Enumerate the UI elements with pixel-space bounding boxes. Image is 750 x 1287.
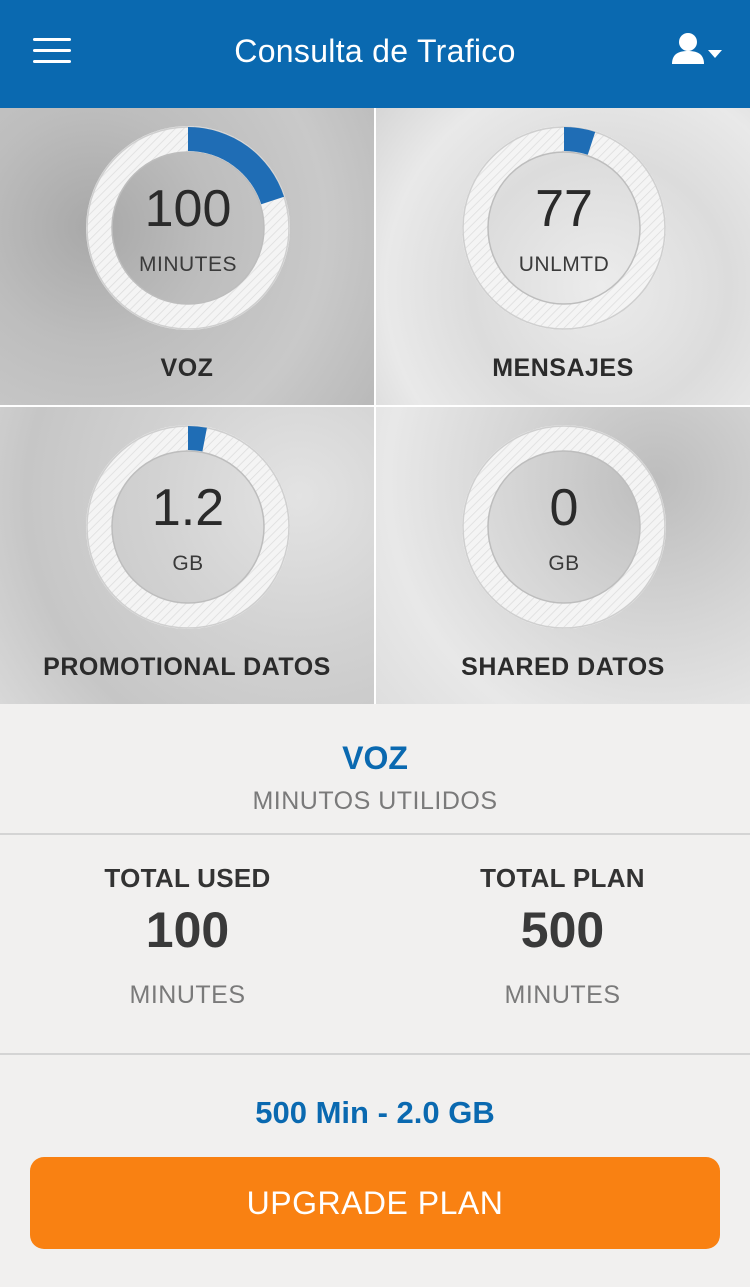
user-dropdown-icon[interactable] [668,28,728,72]
usage-unit: MINUTES [139,253,237,276]
total-used-unit: MINUTES [129,981,246,1009]
tile-shared-datos[interactable]: 0 GB SHARED DATOS [376,407,750,704]
tile-label: VOZ [160,354,214,382]
usage-value: 100 [144,180,232,238]
tile-mensajes[interactable]: 77 UNLMTD MENSAJES [376,108,750,405]
tile-voz[interactable]: 100 MINUTES VOZ [0,108,374,405]
detail-title: VOZ [342,740,408,776]
usage-value: 77 [535,180,593,238]
usage-unit: GB [172,552,204,575]
usage-unit: UNLMTD [518,253,610,276]
app-header: Consulta de Trafico [0,0,750,108]
tile-label: SHARED DATOS [461,653,665,681]
usage-grid: 100 MINUTES VOZ 77 UNLMTD MENSAJES 1.2 G… [0,108,750,704]
usage-value: 0 [549,479,579,537]
total-used-value: 100 [145,902,230,958]
total-plan-value: 500 [520,902,605,958]
plan-name: 500 Min - 2.0 GB [255,1095,495,1130]
detail-subtitle: MINUTOS UTILIDOS [252,787,498,815]
usage-value: 1.2 [151,479,225,537]
tile-label: PROMOTIONAL DATOS [43,653,331,681]
total-plan-unit: MINUTES [504,981,621,1009]
upgrade-plan-button[interactable]: UPGRADE PLAN [30,1157,720,1249]
tile-label: MENSAJES [492,354,634,382]
total-plan-label: TOTAL PLAN [480,863,645,893]
divider [0,1053,750,1055]
usage-unit: GB [548,552,580,575]
page-title: Consulta de Trafico [234,33,516,69]
divider [0,833,750,835]
tile-promotional-datos[interactable]: 1.2 GB PROMOTIONAL DATOS [0,407,374,704]
total-used-label: TOTAL USED [104,863,271,893]
